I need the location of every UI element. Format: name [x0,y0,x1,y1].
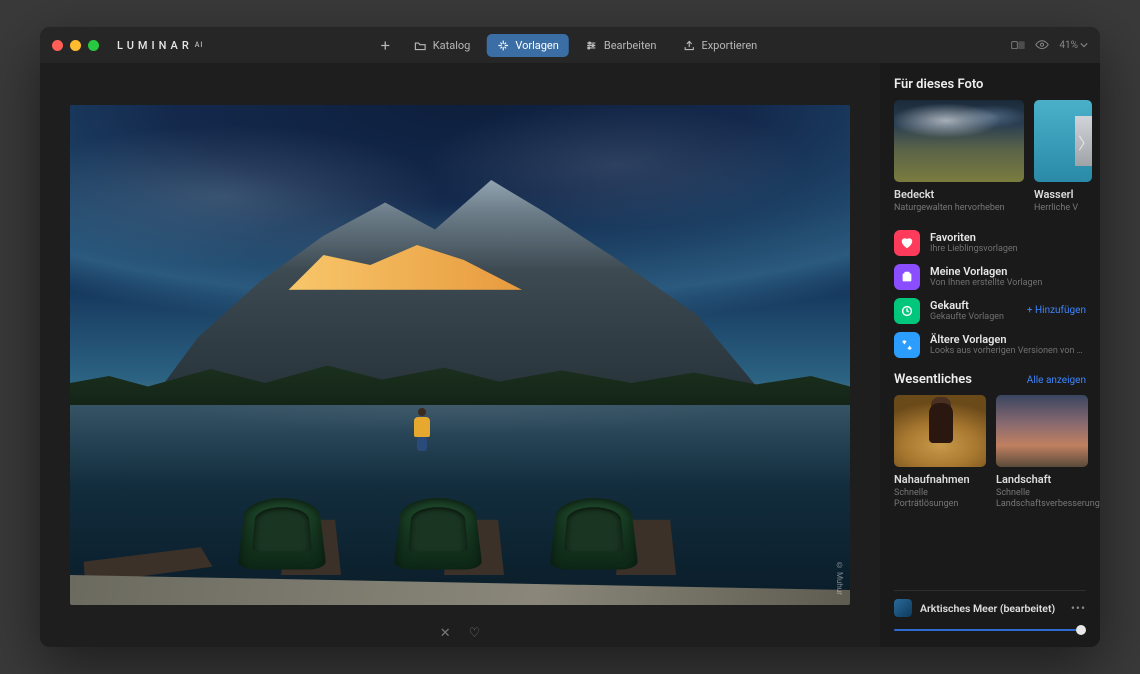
titlebar-right: 41% [1011,38,1088,52]
canvas-tools: ✕ ♡ [440,626,481,641]
titlebar: LUMINARAI Katalog Vorlagen [40,27,1100,63]
collection-subtitle: Ihre Lieblingsvorlagen [930,244,1086,254]
collection-title: Meine Vorlagen [930,265,1086,278]
nav-edit-label: Bearbeiten [604,39,657,52]
reject-button[interactable]: ✕ [440,626,451,641]
add-button[interactable] [373,34,398,57]
window-controls [52,40,99,51]
scroll-right-button[interactable]: 〉 [1078,130,1094,154]
brand-suffix: AI [195,41,204,49]
template-card-wasser[interactable]: Wasserl Herrliche V [1034,100,1092,214]
favorite-button[interactable]: ♡ [469,626,481,641]
photo-credit: © Muhur [835,561,844,595]
template-subtitle: Schnelle Landschaftsverbesserungen [996,488,1088,510]
template-subtitle: Naturgewalten hervorheben [894,203,1024,214]
purchased-icon [894,298,920,324]
templates-sidebar: Für dieses Foto Bedeckt Naturgewalten he… [880,63,1100,647]
collection-subtitle: Looks aus vorherigen Versionen von Lumin… [930,346,1086,356]
nav-export[interactable]: Exportieren [672,34,767,57]
add-purchased-link[interactable]: + Hinzufügen [1027,305,1086,316]
nav-templates-label: Vorlagen [515,39,559,52]
collection-purchased[interactable]: Gekauft Gekaufte Vorlagen + Hinzufügen [894,298,1086,324]
compare-icon[interactable] [1011,38,1025,52]
maximize-window-button[interactable] [88,40,99,51]
collection-favorites[interactable]: Favoriten Ihre Lieblingsvorlagen [894,230,1086,256]
essentials-card-landscape[interactable]: Landschaft Schnelle Landschaftsverbesser… [996,395,1088,510]
collection-mine[interactable]: Meine Vorlagen Von Ihnen erstellte Vorla… [894,264,1086,290]
nav-edit[interactable]: Bearbeiten [575,34,667,57]
applied-template-footer: Arktisches Meer (bearbeitet) ••• [894,590,1086,637]
collection-title: Gekauft [930,299,1017,312]
template-title: Landschaft [996,473,1088,486]
app-window: LUMINARAI Katalog Vorlagen [40,27,1100,647]
minimize-window-button[interactable] [70,40,81,51]
zoom-value: 41% [1059,40,1078,51]
legacy-icon [894,332,920,358]
collection-title: Favoriten [930,231,1086,244]
nav-catalog[interactable]: Katalog [404,34,481,57]
essentials-card-closeups[interactable]: Nahaufnahmen Schnelle Porträtlösungen [894,395,986,510]
template-subtitle: Schnelle Porträtlösungen [894,488,986,510]
nav-templates[interactable]: Vorlagen [486,34,569,57]
collections-list: Favoriten Ihre Lieblingsvorlagen Meine V… [894,230,1086,358]
brand-name: LUMINAR [117,39,193,52]
applied-template-icon [894,599,912,617]
template-title: Nahaufnahmen [894,473,986,486]
applied-template-name: Arktisches Meer (bearbeitet) [920,602,1063,615]
template-title: Bedeckt [894,188,1024,201]
plus-icon [379,39,392,52]
collection-title: Ältere Vorlagen [930,333,1086,346]
template-title: Wasserl [1034,188,1092,201]
template-subtitle: Herrliche V [1034,203,1092,214]
section-essentials: Wesentliches Alle anzeigen Nahaufnahmen … [894,372,1086,510]
essentials-title: Wesentliches [894,372,972,387]
template-card-bedeckt[interactable]: Bedeckt Naturgewalten hervorheben [894,100,1024,214]
export-icon [682,39,695,52]
nav-export-label: Exportieren [701,39,757,52]
section-for-this-photo: Für dieses Foto Bedeckt Naturgewalten he… [894,77,1086,214]
body: © Muhur ✕ ♡ Für dieses Foto Bedeckt Natu… [40,63,1100,647]
zoom-control[interactable]: 41% [1059,40,1088,51]
chevron-down-icon [1080,42,1088,48]
for-this-photo-title: Für dieses Foto [894,77,1086,92]
sliders-icon [585,39,598,52]
main-nav: Katalog Vorlagen Bearbeiten Exportieren [373,34,768,57]
close-window-button[interactable] [52,40,63,51]
collection-subtitle: Gekaufte Vorlagen [930,312,1017,322]
slider-thumb[interactable] [1076,625,1086,635]
template-thumb [996,395,1088,467]
sparkle-icon [496,39,509,52]
app-brand: LUMINARAI [117,39,203,52]
photo-preview[interactable]: © Muhur [70,105,850,605]
collection-subtitle: Von Ihnen erstellte Vorlagen [930,278,1086,288]
eye-icon[interactable] [1035,38,1049,52]
folder-icon [414,39,427,52]
template-thumb [894,100,1024,182]
template-thumb [894,395,986,467]
canvas-area: © Muhur ✕ ♡ [40,63,880,647]
nav-catalog-label: Katalog [433,39,471,52]
heart-icon [894,230,920,256]
user-templates-icon [894,264,920,290]
collection-legacy[interactable]: Ältere Vorlagen Looks aus vorherigen Ver… [894,332,1086,358]
applied-more-button[interactable]: ••• [1071,601,1086,615]
intensity-slider[interactable] [894,623,1086,637]
essentials-show-all[interactable]: Alle anzeigen [1027,375,1086,386]
